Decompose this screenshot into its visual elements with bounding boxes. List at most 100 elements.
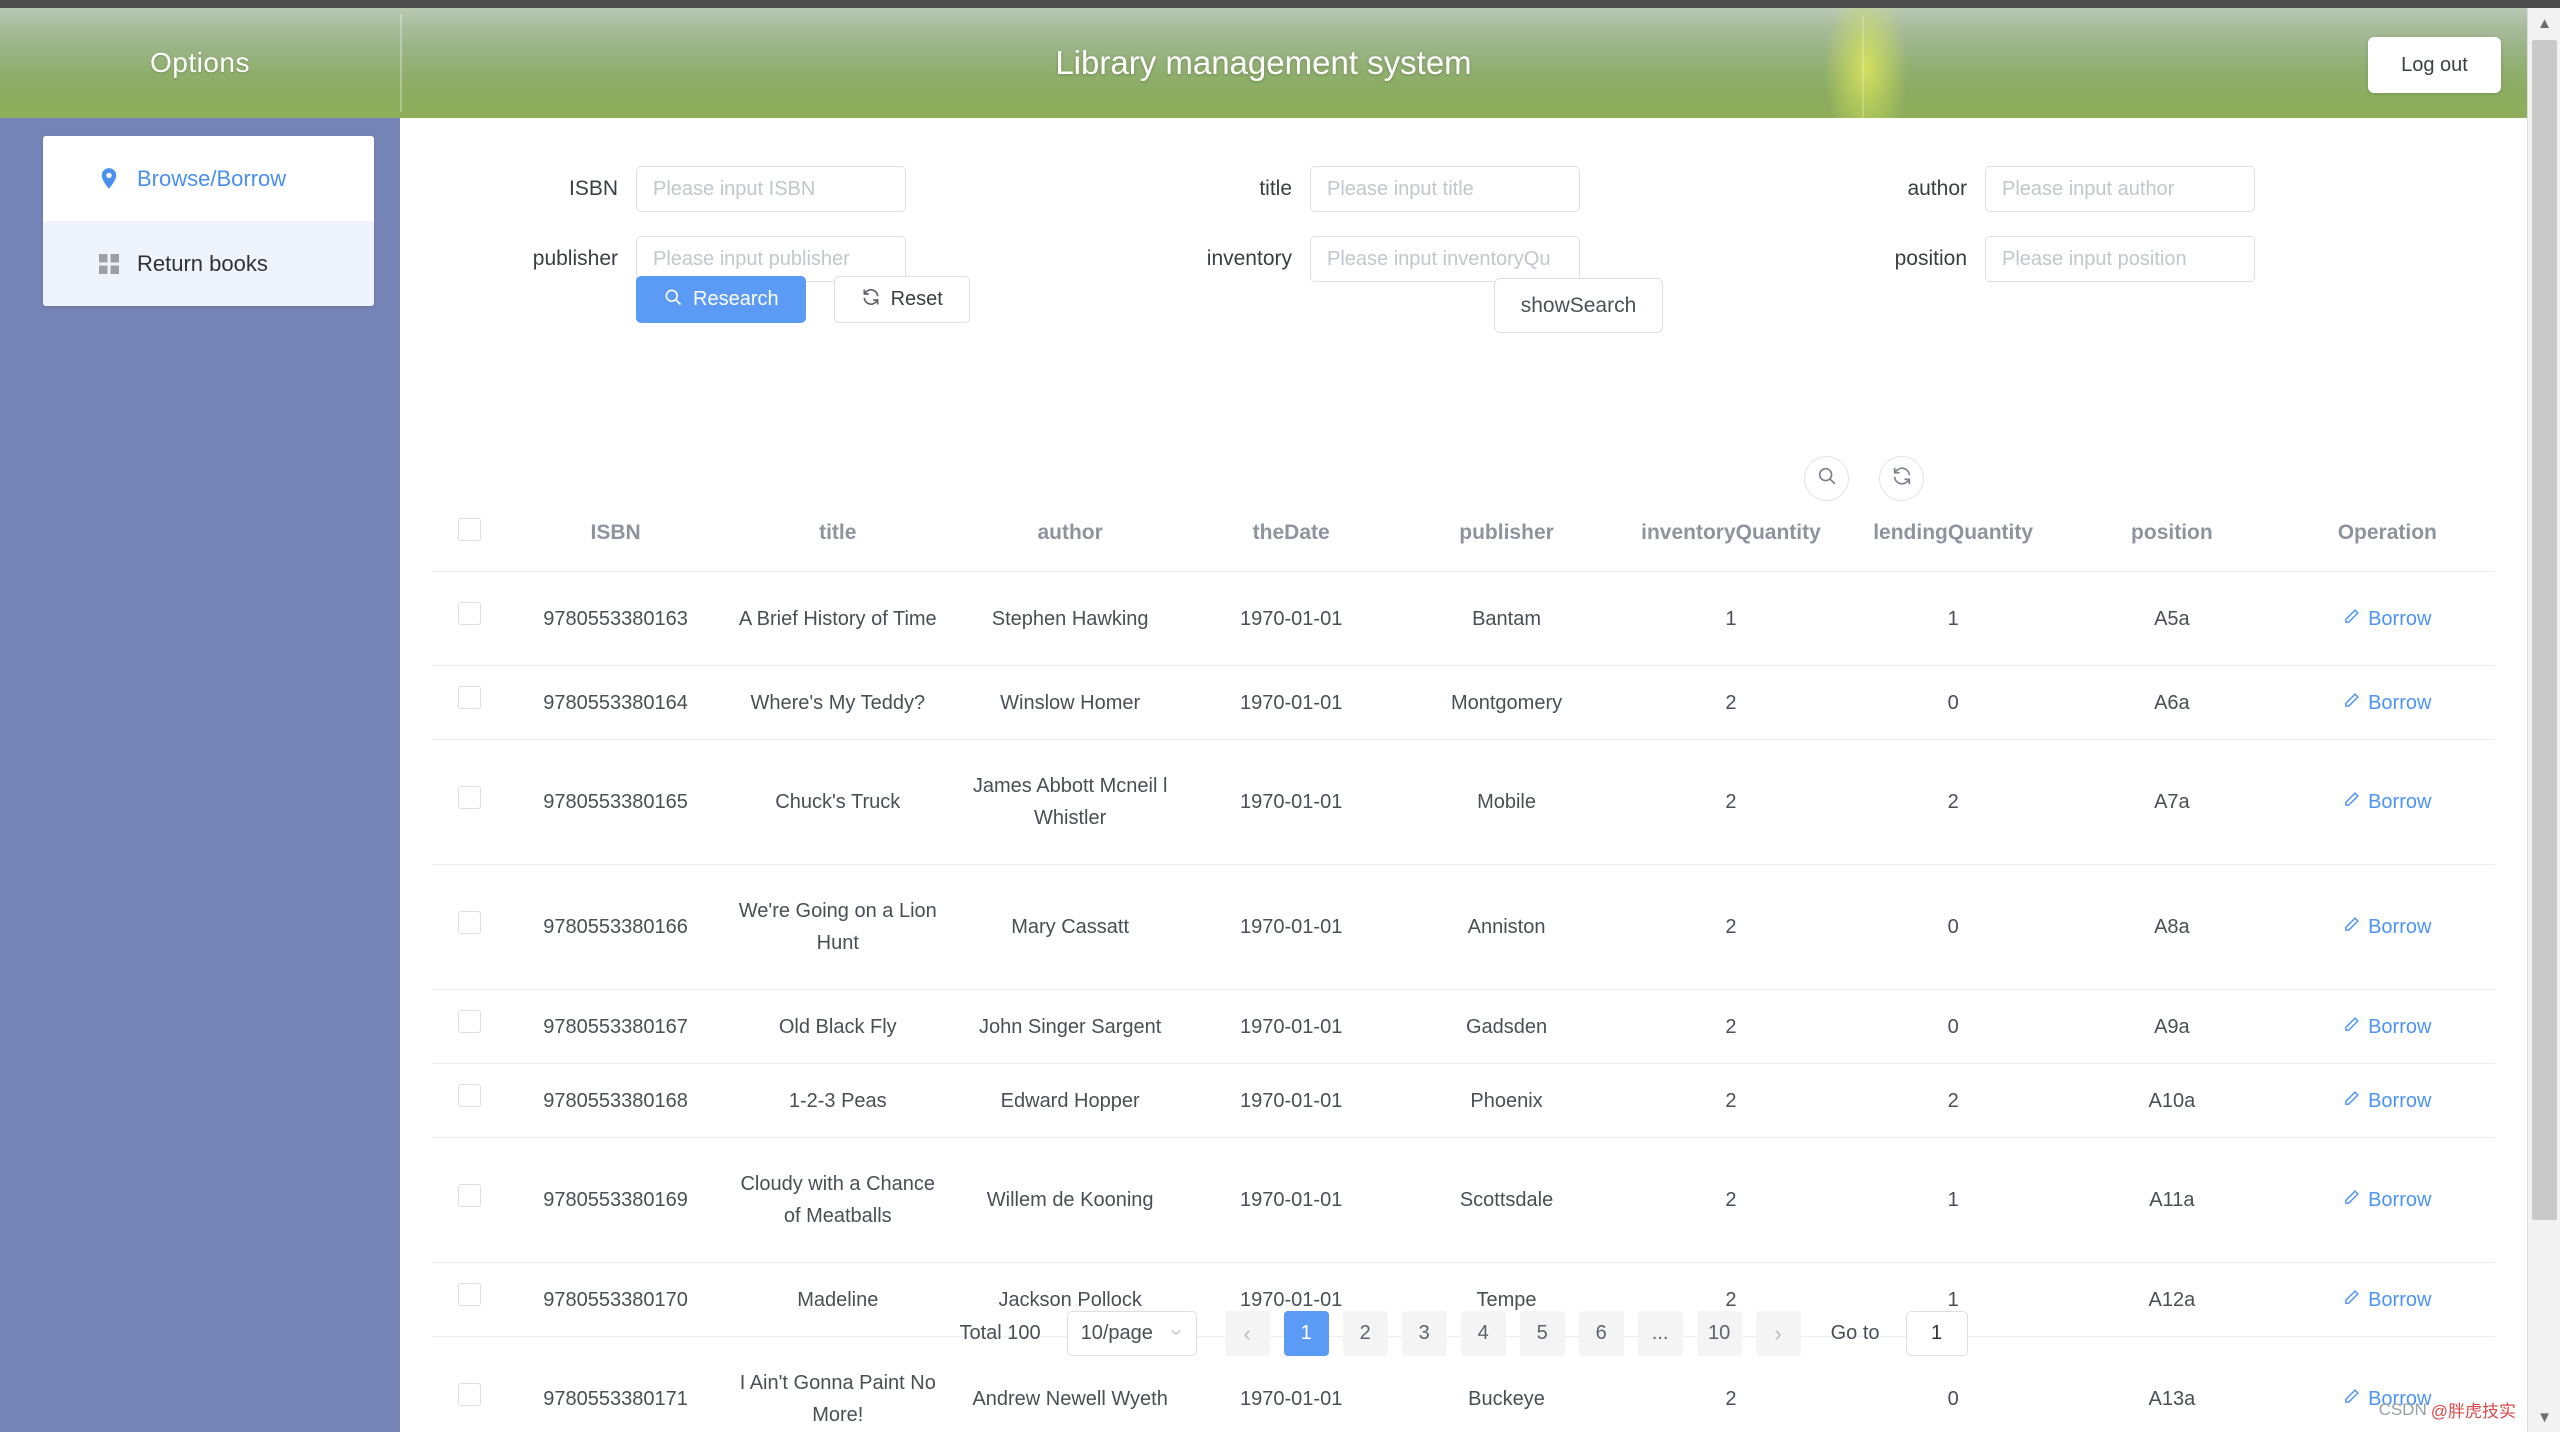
cell-inventoryquantity: 2 [1619,1063,1843,1138]
field-title: title [1200,166,1580,212]
row-checkbox[interactable] [457,785,481,809]
cell-author: Edward Hopper [951,1063,1190,1138]
pagination-goto-input[interactable] [1905,1311,1968,1356]
page-header: Options Library management system Log ou… [0,8,2527,118]
borrow-button[interactable]: Borrow [2343,1085,2431,1117]
pencil-icon [2343,911,2360,943]
row-checkbox[interactable] [457,1382,481,1406]
scroll-up-arrow-icon[interactable]: ▲ [2528,8,2560,38]
borrow-button[interactable]: Borrow [2343,1011,2431,1043]
sidebar-item-return-books[interactable]: Return books [43,221,374,306]
scrollbar-thumb[interactable] [2532,40,2557,1220]
row-checkbox[interactable] [457,1084,481,1107]
table-row[interactable]: 9780553380164 Where's My Teddy? Winslow Ho… [432,665,2495,740]
row-checkbox[interactable] [457,602,481,625]
row-checkbox[interactable] [457,1183,481,1207]
borrow-button[interactable]: Borrow [2343,687,2431,719]
cell-author: John Singer Sargent [951,989,1190,1064]
page-size-select[interactable]: 10/page [1066,1311,1197,1356]
scroll-down-arrow-icon[interactable]: ▼ [2528,1402,2560,1432]
sidebar-item-label: Return books [137,250,268,276]
field-label-isbn: ISBN [568,177,618,200]
main-content: ISBN title author publisher inventory po [400,118,2527,1432]
search-form: ISBN title author publisher inventory po [400,118,2527,333]
logout-button[interactable]: Log out [2368,37,2501,93]
cell-isbn: 9780553380167 [506,989,725,1064]
pagination-next-button[interactable]: › [1755,1311,1801,1356]
chevron-down-icon [1169,1322,1183,1345]
search-input-isbn[interactable] [636,166,906,212]
cell-publisher: Phoenix [1393,1063,1620,1138]
row-checkbox[interactable] [457,1283,481,1306]
refresh-icon [861,287,881,313]
column-header-author[interactable]: author [951,496,1190,572]
row-checkbox[interactable] [457,1010,481,1033]
field-label-author: author [1907,177,1967,200]
borrow-button[interactable]: Borrow [2343,1184,2431,1216]
pagination-total: Total 100 [959,1322,1041,1344]
pagination-ellipsis[interactable]: ... [1637,1311,1683,1356]
table-row[interactable]: 9780553380163 A Brief History of Time Step… [432,571,2495,666]
sidebar-item-browse-borrow[interactable]: Browse/Borrow [43,136,374,221]
round-action-buttons [1804,456,1924,501]
search-input-position[interactable] [1985,236,2255,282]
watermark: CSDN @胖虎技实 [2379,1397,2516,1422]
column-header-position[interactable]: position [2064,496,2280,572]
search-input-inventory[interactable] [1310,236,1580,282]
pagination-page-3[interactable]: 3 [1401,1311,1447,1356]
research-button[interactable]: Research [636,276,806,323]
field-author: author [1875,166,2255,212]
pagination-page-5[interactable]: 5 [1519,1311,1565,1356]
cell-author: Willem de Kooning [951,1137,1190,1263]
cell-isbn: 9780553380164 [506,665,725,740]
cell-publisher: Montgomery [1393,665,1620,740]
borrow-button[interactable]: Borrow [2343,603,2431,635]
books-table-container: ISBN title author theDate publisher inve… [432,496,2495,1432]
cell-title: Where's My Teddy? [724,665,952,740]
table-row[interactable]: 9780553380166 We're Going on a Lion Hunt M… [432,864,2495,990]
pagination-page-2[interactable]: 2 [1342,1311,1388,1356]
cell-thedate: 1970-01-01 [1189,571,1394,666]
cell-operation: Borrow [2279,989,2495,1064]
column-header-isbn[interactable]: ISBN [506,496,725,572]
row-checkbox[interactable] [457,686,481,709]
search-icon-button[interactable] [1804,456,1849,501]
table-row[interactable]: 9780553380169 Cloudy with a Chance of Mea… [432,1137,2495,1263]
page-scrollbar[interactable]: ▲ ▼ [2527,8,2560,1432]
column-header-inventoryquantity[interactable]: inventoryQuantity [1619,496,1843,572]
refresh-icon-button[interactable] [1879,456,1924,501]
select-all-checkbox[interactable] [457,518,481,541]
table-row[interactable]: 9780553380167 Old Black Fly John Singer Sa… [432,989,2495,1064]
pagination-page-4[interactable]: 4 [1460,1311,1506,1356]
column-header-operation: Operation [2279,496,2495,572]
select-all-header [432,496,507,572]
column-header-title[interactable]: title [724,496,952,572]
reset-button[interactable]: Reset [833,276,970,323]
column-header-lendingquantity[interactable]: lendingQuantity [1842,496,2065,572]
column-header-thedate[interactable]: theDate [1189,496,1394,572]
row-checkbox[interactable] [457,910,481,934]
show-search-button[interactable]: showSearch [1494,278,1663,333]
search-input-author[interactable] [1985,166,2255,212]
column-header-publisher[interactable]: publisher [1393,496,1620,572]
table-row[interactable]: 9780553380165 Chuck's Truck James Abbott M… [432,739,2495,865]
table-row[interactable]: 9780553380168 1-2-3 Peas Edward Hopper 1970… [432,1063,2495,1138]
search-icon [1816,465,1838,492]
borrow-label: Borrow [2368,916,2432,938]
pencil-icon [2343,1011,2360,1043]
pagination-prev-button[interactable]: ‹ [1224,1311,1270,1356]
pagination-page-10[interactable]: 10 [1696,1311,1742,1356]
field-label-position: position [1894,247,1967,270]
cell-isbn: 9780553380168 [506,1063,725,1138]
row-checkbox-cell [432,571,507,666]
header-divider [400,14,402,112]
cell-publisher: Mobile [1393,739,1620,865]
cell-lendingquantity: 0 [1842,864,2065,990]
cell-title: Chuck's Truck [724,739,952,865]
pagination-page-1[interactable]: 1 [1283,1311,1329,1356]
pagination-page-6[interactable]: 6 [1578,1311,1624,1356]
search-input-title[interactable] [1310,166,1580,212]
borrow-button[interactable]: Borrow [2343,911,2431,943]
borrow-button[interactable]: Borrow [2343,786,2431,818]
watermark-prefix: CSDN [2378,1399,2427,1419]
